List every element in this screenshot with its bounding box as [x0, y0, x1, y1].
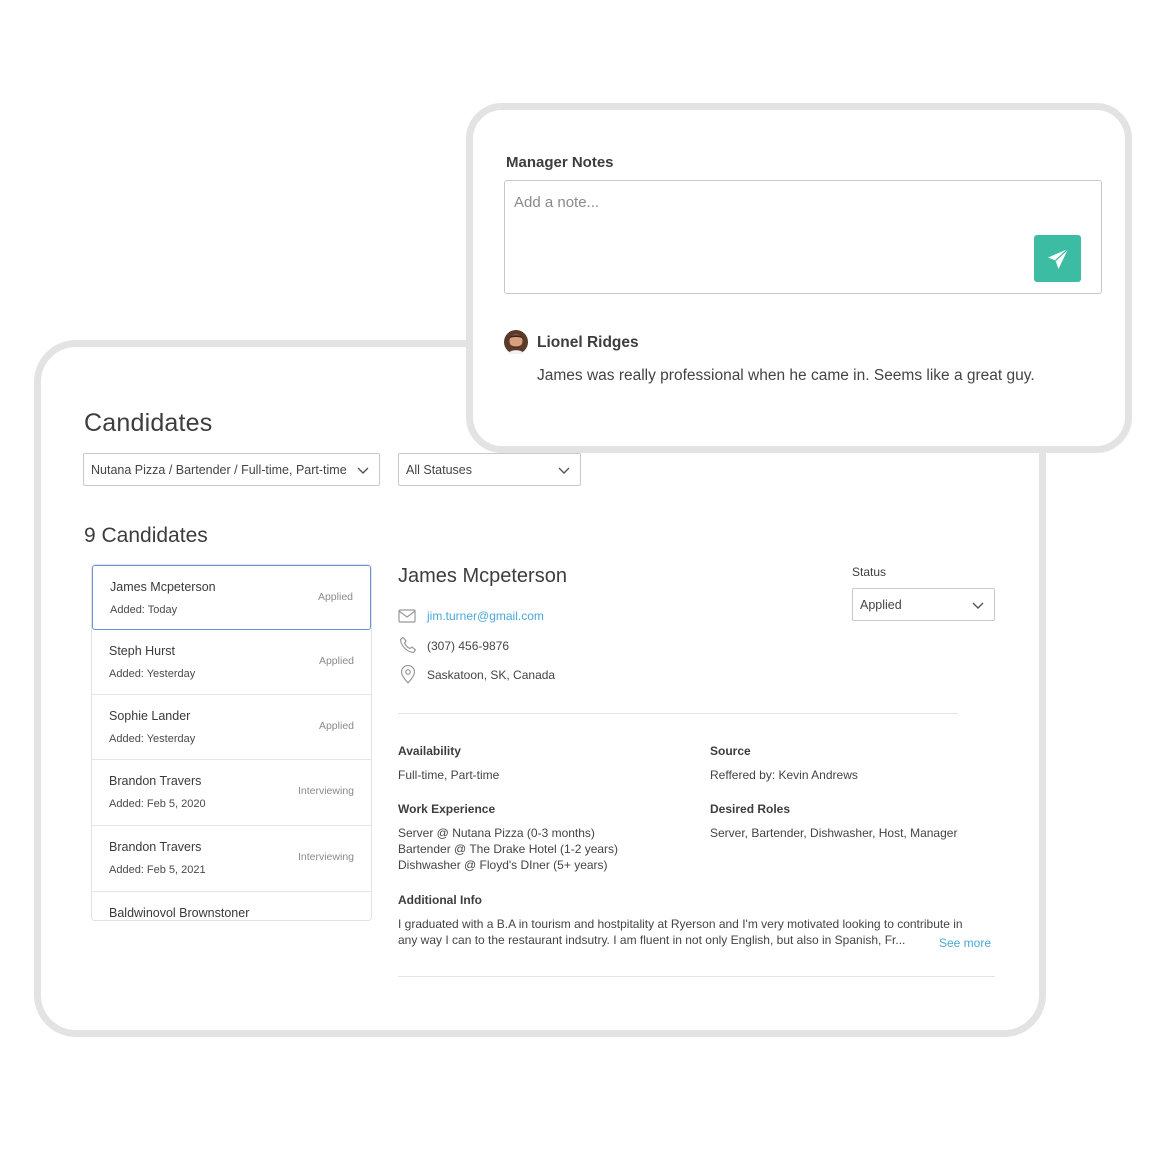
section-divider — [398, 976, 995, 977]
candidate-name: Sophie Lander — [109, 709, 191, 723]
job-filter-select[interactable]: Nutana Pizza / Bartender / Full-time, Pa… — [83, 453, 380, 486]
map-pin-icon — [400, 665, 416, 684]
envelope-icon — [398, 609, 416, 623]
send-note-button[interactable] — [1034, 235, 1081, 282]
desired-roles-value: Server, Bartender, Dishwasher, Host, Man… — [710, 826, 958, 840]
location-text: Saskatoon, SK, Canada — [427, 668, 556, 682]
candidate-name: Baldwinovol Brownstoner — [109, 906, 250, 920]
candidate-added: Added: Today — [110, 604, 178, 616]
candidate-count-heading: 9 Candidates — [84, 524, 208, 547]
work-experience-label: Work Experience — [398, 802, 496, 816]
candidate-status: Interviewing — [297, 785, 354, 797]
candidate-list-item[interactable]: Brandon Travers Added: Feb 5, 2020 Inter… — [92, 760, 371, 826]
candidate-added: Added: Feb 5, 2020 — [109, 798, 206, 810]
candidate-status: Interviewing — [297, 851, 354, 863]
additional-info-label: Additional Info — [398, 893, 482, 907]
candidate-added: Added: Feb 5, 2021 — [109, 864, 206, 876]
note-input[interactable] — [504, 180, 1102, 294]
manager-notes-title: Manager Notes — [506, 154, 614, 171]
status-label: Status — [852, 565, 887, 579]
see-more-link[interactable]: See more — [939, 936, 991, 950]
source-value: Reffered by: Kevin Andrews — [710, 768, 858, 782]
chevron-down-icon — [972, 602, 984, 609]
work-item: Dishwasher @ Floyd's DIner (5+ years) — [398, 858, 608, 872]
work-item: Server @ Nutana Pizza (0-3 months) — [398, 826, 595, 840]
desired-roles-label: Desired Roles — [710, 802, 791, 816]
paper-plane-icon — [1047, 248, 1068, 269]
source-label: Source — [710, 744, 751, 758]
avatar — [504, 330, 528, 354]
candidate-status: Applied — [318, 720, 354, 732]
candidate-name: Brandon Travers — [109, 774, 202, 788]
chevron-down-icon — [357, 467, 369, 474]
additional-info-line: I graduated with a B.A in tourism and ho… — [398, 917, 963, 931]
candidate-status: Applied — [317, 591, 353, 603]
section-divider — [398, 713, 958, 714]
candidate-list[interactable]: James Mcpeterson Added: Today Applied St… — [91, 564, 372, 921]
candidate-name: James Mcpeterson — [110, 580, 216, 594]
candidate-list-item[interactable]: Brandon Travers Added: Feb 5, 2021 Inter… — [92, 826, 371, 892]
note-author: Lionel Ridges — [537, 334, 639, 351]
chevron-down-icon — [558, 467, 570, 474]
candidate-list-item[interactable]: Baldwinovol Brownstoner — [92, 892, 371, 920]
candidate-detail-name: James Mcpeterson — [398, 565, 567, 587]
candidate-list-item[interactable]: James Mcpeterson Added: Today Applied — [92, 565, 371, 630]
email-link[interactable]: jim.turner@gmail.com — [427, 609, 544, 623]
work-experience-list: Server @ Nutana Pizza (0-3 months) Barte… — [398, 825, 618, 873]
status-filter-value: All Statuses — [406, 462, 473, 477]
candidate-added: Added: Yesterday — [109, 733, 196, 745]
candidate-list-item[interactable]: Sophie Lander Added: Yesterday Applied — [92, 695, 371, 760]
candidate-added: Added: Yesterday — [109, 668, 196, 680]
status-filter-select[interactable]: All Statuses — [398, 453, 581, 486]
availability-label: Availability — [398, 744, 461, 758]
job-filter-value: Nutana Pizza / Bartender / Full-time, Pa… — [91, 462, 347, 477]
candidate-status-select[interactable]: Applied — [852, 588, 995, 621]
additional-info-line: any way I can to the restaurant indsutry… — [398, 933, 906, 947]
phone-number: (307) 456-9876 — [427, 639, 510, 653]
page-title: Candidates — [84, 409, 213, 437]
note-text: James was really professional when he ca… — [537, 367, 1035, 384]
candidate-name: Brandon Travers — [109, 840, 202, 854]
availability-value: Full-time, Part-time — [398, 768, 500, 782]
candidate-list-item[interactable]: Steph Hurst Added: Yesterday Applied — [92, 630, 371, 695]
manager-notes-card: Manager Notes Lionel Ridges James was re… — [466, 103, 1132, 453]
phone-icon — [399, 636, 417, 654]
candidate-status-value: Applied — [860, 597, 902, 612]
candidate-name: Steph Hurst — [109, 644, 176, 658]
candidate-status: Applied — [318, 655, 354, 667]
work-item: Bartender @ The Drake Hotel (1-2 years) — [398, 842, 619, 856]
